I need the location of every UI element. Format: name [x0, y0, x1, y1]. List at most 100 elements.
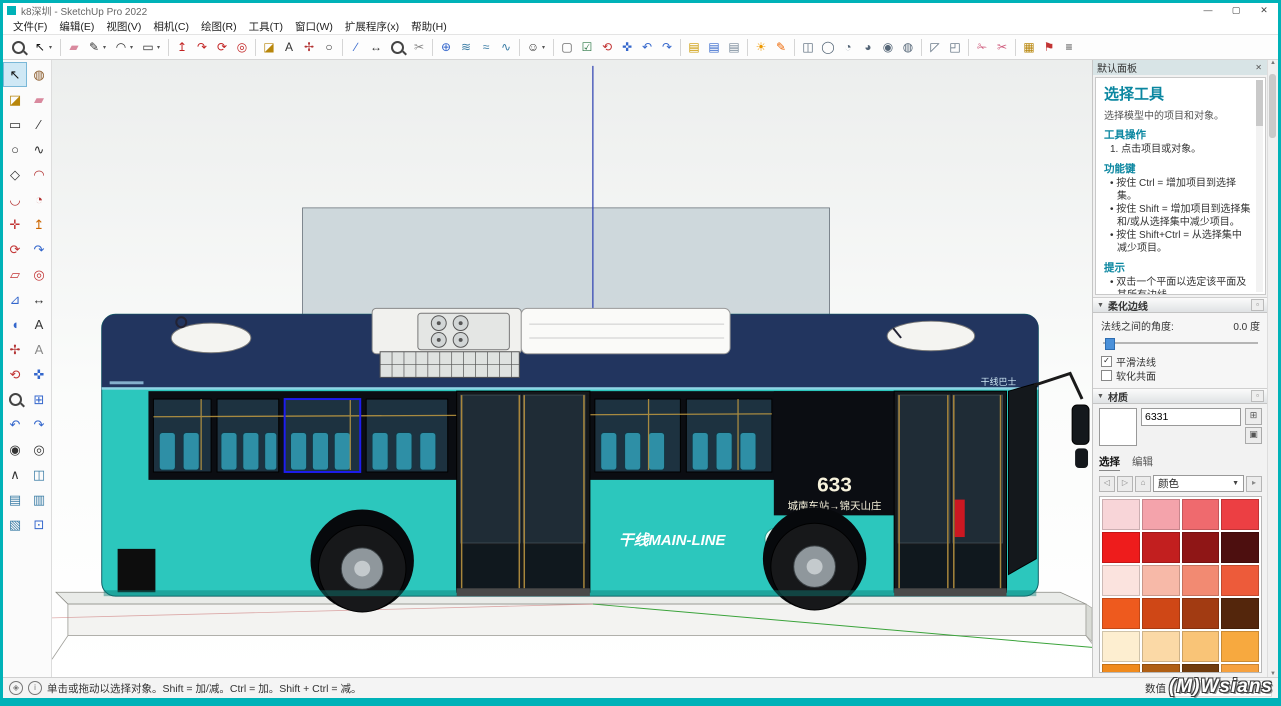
color-swatch[interactable]: [1142, 499, 1180, 530]
add-location-icon[interactable]: ⊕: [436, 37, 456, 57]
menu-item[interactable]: 窗口(W): [289, 19, 339, 34]
position-camera-tool[interactable]: ◉: [3, 437, 27, 462]
shaded-style-icon[interactable]: ◕: [858, 37, 878, 57]
tab-选择[interactable]: 选择: [1099, 454, 1120, 471]
bus-model[interactable]: 干线巴士 干线MAIN-LINE 633 城南车站→锦天山庄: [102, 308, 1089, 612]
offset-tool-icon[interactable]: ◎: [232, 37, 252, 57]
title-bar[interactable]: k8深圳 - SketchUp Pro 2022 — ▢ ✕: [3, 3, 1278, 18]
material-thumbnail[interactable]: [1099, 408, 1137, 446]
model-viewport[interactable]: 干线巴士 干线MAIN-LINE 633 城南车站→锦天山庄: [52, 60, 1092, 677]
credits-info-icon[interactable]: i: [28, 681, 42, 695]
color-swatch[interactable]: [1142, 631, 1180, 662]
arc-tool-icon[interactable]: ◠▾: [111, 37, 138, 57]
bus-windshield[interactable]: [1008, 383, 1036, 574]
side-mirror[interactable]: [1034, 373, 1089, 468]
walkthrough-icon[interactable]: ☺▾: [523, 37, 550, 57]
roof-panel[interactable]: [521, 308, 730, 353]
line-tool[interactable]: ∕: [27, 112, 51, 137]
protractor-tool[interactable]: ◖: [3, 312, 27, 337]
color-swatch[interactable]: [1102, 664, 1140, 673]
dropdown-caret-icon[interactable]: ▾: [157, 44, 164, 51]
menu-item[interactable]: 绘图(R): [195, 19, 243, 34]
materials-options-button[interactable]: ▫: [1251, 390, 1264, 402]
dimension-tool[interactable]: ↔: [27, 287, 51, 312]
checkbox-unchecked-icon[interactable]: [1101, 370, 1112, 381]
material-sample-icon[interactable]: ✁: [972, 37, 992, 57]
orbit-tool-icon[interactable]: ⟲: [597, 37, 617, 57]
color-swatch[interactable]: [1102, 631, 1140, 662]
dropdown-caret-icon[interactable]: ▾: [49, 44, 56, 51]
component-icon[interactable]: ▢: [557, 37, 577, 57]
iso-view-icon[interactable]: ◸: [925, 37, 945, 57]
monochrome-style-icon[interactable]: ◍: [898, 37, 918, 57]
color-swatch[interactable]: [1142, 664, 1180, 673]
menu-item[interactable]: 帮助(H): [405, 19, 453, 34]
polygon-tool[interactable]: ◇: [3, 162, 27, 187]
sandbox-contours-icon[interactable]: ≋: [456, 37, 476, 57]
checkbox-checked-icon[interactable]: ✓: [1101, 356, 1112, 367]
color-swatch[interactable]: [1182, 631, 1220, 662]
pie-tool[interactable]: ◔: [27, 187, 51, 212]
section-fill-toggle[interactable]: ▧: [3, 512, 27, 537]
notifications-icon[interactable]: ⚑: [1039, 37, 1059, 57]
color-swatch[interactable]: [1102, 598, 1140, 629]
text-tool-icon[interactable]: A: [279, 37, 299, 57]
back-arrow-icon[interactable]: ◁: [1099, 476, 1115, 492]
color-swatch[interactable]: [1182, 565, 1220, 596]
eraser-tool-icon[interactable]: ▰: [64, 37, 84, 57]
bus-rear-hatch[interactable]: [118, 549, 156, 592]
rectangle-tool[interactable]: ▭: [3, 112, 27, 137]
two-point-arc-tool[interactable]: ◡: [3, 187, 27, 212]
material-category-dropdown[interactable]: 颜色 ▼: [1153, 475, 1244, 492]
walk-tool[interactable]: ∧: [3, 462, 27, 487]
circle-tool-icon[interactable]: ○: [319, 37, 339, 57]
checkbox-row[interactable]: ✓平滑法线: [1101, 354, 1260, 368]
pan-tool[interactable]: ✜: [27, 362, 51, 387]
circle-tool[interactable]: ○: [3, 137, 27, 162]
maximize-button[interactable]: ▢: [1222, 3, 1250, 18]
rotate-tool[interactable]: ⟳: [3, 237, 27, 262]
eraser-tool[interactable]: ▰: [27, 87, 51, 112]
next-view-icon[interactable]: ↷: [657, 37, 677, 57]
color-swatch[interactable]: [1221, 532, 1259, 563]
xray-style-icon[interactable]: ◫: [798, 37, 818, 57]
section-display-toggle[interactable]: ▤: [3, 487, 27, 512]
select-tool[interactable]: ↖: [3, 62, 27, 87]
shadows-icon[interactable]: ☀: [751, 37, 771, 57]
set-default-material-button[interactable]: ▣: [1245, 427, 1262, 444]
collapse-caret-icon[interactable]: ▼: [1097, 302, 1104, 309]
select-tool-icon[interactable]: ↖▾: [30, 37, 57, 57]
color-swatch[interactable]: [1182, 532, 1220, 563]
materials-header[interactable]: ▼ 材质 ▫: [1093, 388, 1268, 404]
color-swatch[interactable]: [1182, 598, 1220, 629]
zoom-tool[interactable]: [3, 387, 27, 412]
menu-item[interactable]: 扩展程序(x): [339, 19, 405, 34]
color-swatch[interactable]: [1142, 565, 1180, 596]
smoove-icon[interactable]: ∿: [496, 37, 516, 57]
zoom-extents-tool[interactable]: ⊞: [27, 387, 51, 412]
section-plane-tool-icon[interactable]: ✂: [409, 37, 429, 57]
previous-view-icon[interactable]: ↶: [637, 37, 657, 57]
text-tool[interactable]: A: [27, 312, 51, 337]
instructor-scroll-thumb[interactable]: [1256, 80, 1263, 126]
menu-item[interactable]: 相机(C): [147, 19, 195, 34]
pushpull-tool-icon[interactable]: ↥: [172, 37, 192, 57]
pan-tool-icon[interactable]: ✜: [617, 37, 637, 57]
move-tool[interactable]: ✛: [3, 212, 27, 237]
3d-text-tool[interactable]: A: [27, 337, 51, 362]
color-swatch[interactable]: [1102, 532, 1140, 563]
hiddenline-style-icon[interactable]: ◔: [838, 37, 858, 57]
styles-edit-icon[interactable]: ✎: [771, 37, 791, 57]
previous-view-tool[interactable]: ↶: [3, 412, 27, 437]
textured-style-icon[interactable]: ◉: [878, 37, 898, 57]
color-swatch[interactable]: [1102, 499, 1140, 530]
orbit-tool[interactable]: ⟲: [3, 362, 27, 387]
color-swatch[interactable]: [1221, 664, 1259, 673]
rear-wheel[interactable]: [311, 509, 414, 612]
followme-tool[interactable]: ↷: [27, 237, 51, 262]
shape-tool-icon[interactable]: ▭▾: [138, 37, 165, 57]
wireframe-style-icon[interactable]: ◯: [818, 37, 838, 57]
scale-tool[interactable]: ▱: [3, 262, 27, 287]
arc-tool[interactable]: ◠: [27, 162, 51, 187]
scroll-up-icon[interactable]: ▲: [1270, 60, 1276, 66]
